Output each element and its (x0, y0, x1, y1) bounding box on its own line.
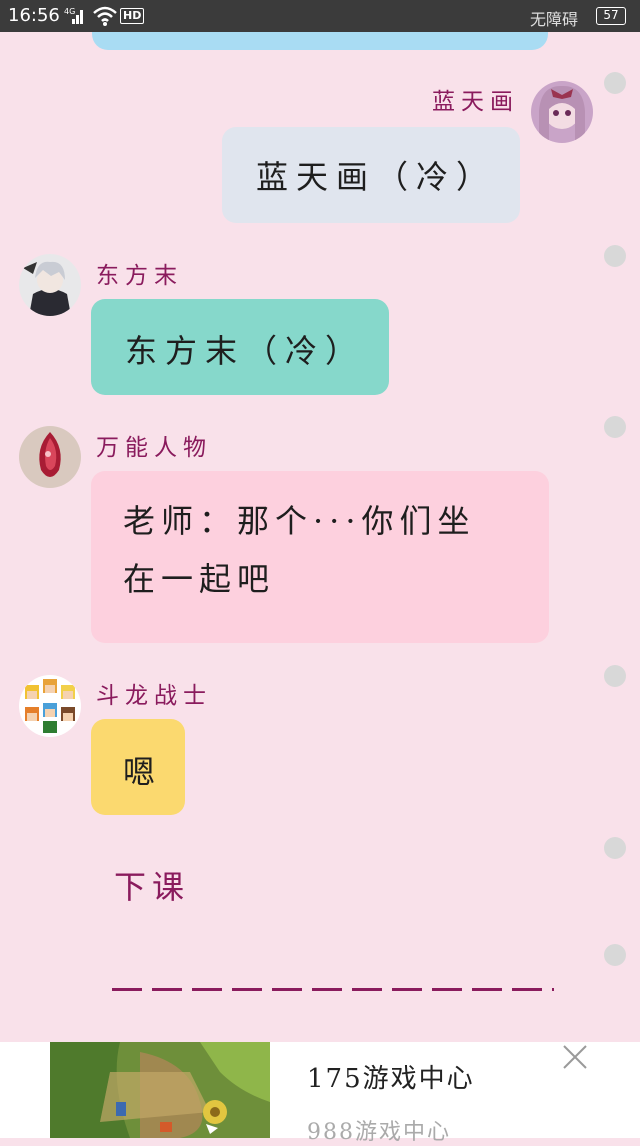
network-type-label: 4G (64, 7, 75, 16)
select-dot[interactable] (604, 837, 626, 859)
sender-name: 东方末 (96, 263, 183, 289)
cellular-signal-icon: 4G (64, 7, 83, 24)
ad-image[interactable] (50, 1042, 270, 1138)
close-icon[interactable] (560, 1042, 590, 1072)
previous-message-bubble (92, 32, 548, 50)
message-bubble[interactable]: 嗯 (91, 719, 185, 815)
pixel-characters-avatar-icon (19, 675, 81, 737)
hd-badge: HD (120, 8, 145, 24)
sender-name: 蓝天画 (432, 89, 519, 115)
anime-boy-avatar-icon (19, 254, 81, 316)
avatar[interactable] (19, 675, 81, 737)
sender-name: 万能人物 (96, 435, 212, 461)
ad-title[interactable]: 175游戏中心 (307, 1058, 475, 1095)
status-bar: 16:56 4G HD 无障碍 57 (0, 0, 640, 32)
divider: —————————————— (112, 988, 554, 991)
select-dot[interactable] (604, 72, 626, 94)
avatar[interactable] (19, 254, 81, 316)
avatar[interactable] (531, 81, 593, 143)
accessibility-label: 无障碍 (530, 10, 579, 29)
game-screenshot-icon (50, 1042, 270, 1138)
sender-name: 斗龙战士 (96, 683, 212, 709)
status-time: 16:56 (8, 5, 60, 26)
red-crystal-avatar-icon (19, 426, 81, 488)
ad-banner[interactable]: 175游戏中心 988游戏中心 (0, 1042, 640, 1145)
wifi-icon (93, 6, 117, 26)
avatar[interactable] (19, 426, 81, 488)
select-dot[interactable] (604, 245, 626, 267)
narration-text: 下课 (114, 868, 191, 906)
select-dot[interactable] (604, 416, 626, 438)
anime-girl-avatar-icon (531, 81, 593, 143)
select-dot[interactable] (604, 665, 626, 687)
ad-subtitle[interactable]: 988游戏中心 (307, 1114, 451, 1146)
message-bubble[interactable]: 老师：那个···你们坐 在一起吧 (91, 471, 549, 643)
select-dot[interactable] (604, 944, 626, 966)
message-bubble[interactable]: 东方末（冷） (91, 299, 389, 395)
message-bubble[interactable]: 蓝天画（冷） (222, 127, 520, 223)
battery-icon: 57 (596, 7, 626, 25)
